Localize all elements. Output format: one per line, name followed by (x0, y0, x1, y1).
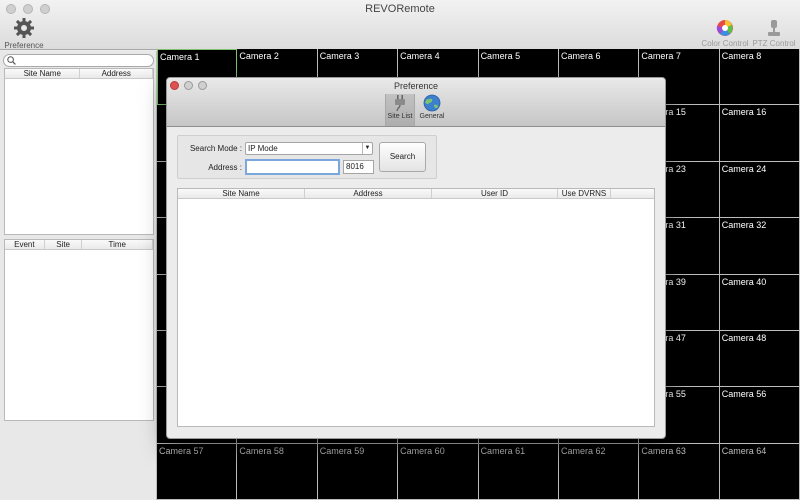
camera-label: Camera 7 (641, 51, 681, 61)
search-mode-select[interactable]: IP Mode ▼ (245, 142, 373, 155)
dialog-toolbar: Preference Site List General (167, 78, 665, 127)
search-mode-value: IP Mode (248, 144, 278, 153)
camera-tile[interactable]: Camera 16 (719, 105, 800, 162)
color-control-button[interactable]: Color Control (700, 19, 750, 48)
tab-general[interactable]: General (417, 94, 447, 126)
camera-label: Camera 60 (400, 445, 445, 456)
camera-tile[interactable]: Camera 58 (237, 443, 318, 500)
camera-label: Camera 4 (400, 51, 440, 61)
site-name-column-header[interactable]: Site Name (178, 189, 305, 198)
camera-label: Camera 57 (159, 445, 204, 456)
camera-label: Camera 3 (319, 51, 360, 61)
camera-tile[interactable]: Camera 56 (719, 387, 800, 444)
site-table[interactable]: Site Name Address (4, 68, 154, 235)
camera-label: Camera 64 (721, 445, 767, 456)
plug-icon (395, 95, 405, 112)
camera-tile[interactable]: Camera 32 (719, 218, 800, 275)
camera-tile[interactable]: Camera 64 (719, 443, 800, 500)
camera-tile[interactable]: Camera 60 (398, 443, 479, 500)
preference-dialog: Preference Site List General Search Mode… (166, 77, 666, 439)
camera-label: Camera 62 (560, 445, 606, 456)
site-list-header: Site Name Address User ID Use DVRNS (178, 189, 654, 199)
camera-tile[interactable]: Camera 24 (719, 161, 800, 219)
camera-tile[interactable]: Camera 57 (157, 443, 238, 500)
camera-tile[interactable]: Camera 63 (639, 443, 720, 500)
camera-label: Camera 59 (319, 445, 365, 456)
camera-label: Camera 1 (160, 52, 200, 62)
camera-tile[interactable]: Camera 59 (317, 443, 399, 500)
left-panel: Site Name Address Event Site Time (0, 51, 157, 500)
dialog-title: Preference (393, 81, 439, 91)
camera-label: Camera 48 (721, 332, 767, 343)
camera-label: Camera 8 (721, 51, 762, 61)
color-wheel-icon (716, 20, 733, 36)
preference-button[interactable]: Preference (4, 17, 44, 50)
camera-label: Camera 24 (721, 163, 767, 174)
gear-icon (14, 18, 34, 38)
tab-general-label: General (419, 113, 445, 120)
use-dvrns-column-header[interactable]: Use DVRNS (558, 189, 611, 198)
chevron-down-icon: ▼ (362, 143, 372, 154)
site-table-header: Site Name Address (5, 69, 153, 79)
globe-icon (423, 94, 441, 112)
search-mode-label: Search Mode : (189, 144, 242, 153)
site-name-column-header[interactable]: Site Name (5, 69, 81, 78)
event-column-header[interactable]: Event (5, 240, 45, 249)
tab-site-list-label: Site List (387, 113, 413, 120)
site-column-header[interactable]: Site (45, 240, 83, 249)
camera-tile[interactable]: Camera 62 (558, 443, 640, 500)
time-column-header[interactable]: Time (82, 240, 153, 249)
camera-tile[interactable]: Camera 61 (478, 443, 559, 500)
ptz-control-label: PTZ Control (752, 39, 796, 48)
user-id-column-header[interactable]: User ID (432, 189, 558, 198)
event-table[interactable]: Event Site Time (4, 239, 154, 421)
ptz-control-button[interactable]: PTZ Control (752, 19, 796, 48)
search-button[interactable]: Search (379, 142, 426, 172)
camera-label: Camera 32 (721, 220, 767, 231)
camera-label: Camera 16 (721, 107, 767, 118)
ptz-camera-icon (768, 20, 780, 36)
address-column-header[interactable]: Address (80, 69, 153, 78)
site-search-input[interactable] (3, 54, 154, 67)
camera-label: Camera 58 (239, 445, 284, 456)
camera-tile[interactable]: Camera 48 (719, 330, 800, 388)
camera-label: Camera 40 (721, 276, 767, 287)
search-icon (7, 56, 16, 65)
camera-label: Camera 5 (480, 51, 521, 61)
camera-tile[interactable]: Camera 40 (719, 274, 800, 331)
preference-label: Preference (4, 41, 44, 50)
camera-label: Camera 61 (480, 445, 526, 456)
color-control-label: Color Control (701, 39, 749, 48)
tab-site-list[interactable]: Site List (385, 94, 415, 126)
address-label: Address : (208, 163, 242, 172)
event-table-header: Event Site Time (5, 240, 153, 250)
main-toolbar: REVORemote Preference Color Control PTZ … (0, 0, 800, 50)
camera-tile[interactable]: Camera 8 (719, 49, 800, 106)
camera-label: Camera 2 (239, 51, 279, 61)
camera-label: Camera 56 (721, 389, 767, 400)
camera-label: Camera 63 (641, 445, 686, 456)
port-input[interactable]: 8016 (343, 160, 374, 174)
camera-label: Camera 6 (560, 51, 601, 61)
app-title: REVORemote (365, 3, 435, 15)
site-list-table[interactable]: Site Name Address User ID Use DVRNS (177, 188, 655, 427)
address-input[interactable] (245, 159, 340, 175)
address-column-header[interactable]: Address (305, 189, 432, 198)
